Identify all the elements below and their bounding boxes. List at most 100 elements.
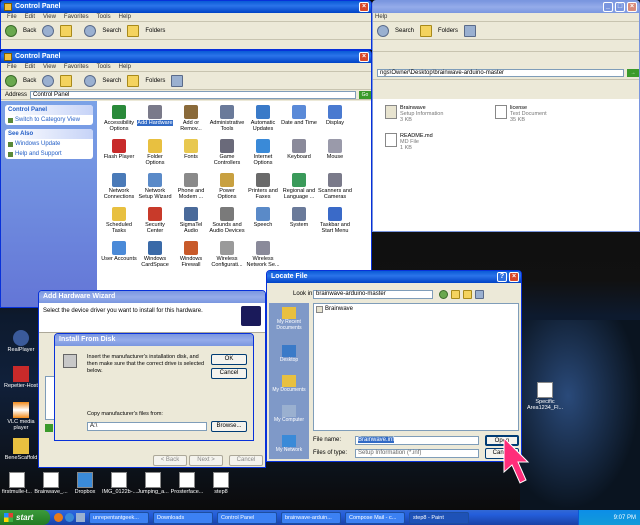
- menu-tools[interactable]: Tools: [97, 63, 111, 71]
- cp-item-power-options[interactable]: Power Options: [209, 173, 245, 200]
- menu-tools[interactable]: Tools: [97, 13, 111, 21]
- taskbar-button[interactable]: step8 - Paint: [409, 511, 469, 524]
- folders-label[interactable]: Folders: [145, 78, 165, 84]
- place-my-computer[interactable]: My Computer: [269, 405, 309, 423]
- desktop-icon-bottom[interactable]: Jumping_a...: [136, 472, 170, 495]
- title-bar[interactable]: Locate File ? ×: [267, 271, 521, 283]
- back-icon[interactable]: [5, 74, 17, 87]
- clock[interactable]: 9:07 PM: [614, 515, 636, 521]
- folders-icon[interactable]: [420, 24, 433, 37]
- cp-item-scanners-and-cameras[interactable]: Scanners and Cameras: [317, 173, 353, 200]
- menu-edit[interactable]: Edit: [25, 63, 35, 71]
- cp-item-speech[interactable]: Speech: [245, 207, 281, 228]
- cp-item-regional-and-language[interactable]: Regional and Language ...: [281, 173, 317, 200]
- file-item[interactable]: license Text Document 35 KB: [495, 105, 547, 123]
- menu-help[interactable]: Help: [119, 63, 131, 71]
- taskbar-button[interactable]: Downloads: [153, 511, 213, 524]
- close-button[interactable]: ×: [509, 272, 519, 282]
- ie-icon[interactable]: [65, 513, 74, 522]
- menu-help[interactable]: Help: [375, 13, 387, 21]
- desktop-icon-bottom[interactable]: IMG_0122b-...: [102, 472, 137, 495]
- folders-label[interactable]: Folders: [145, 28, 165, 34]
- address-field[interactable]: Control Panel: [30, 90, 356, 99]
- close-button[interactable]: ×: [627, 2, 637, 12]
- copy-files-field[interactable]: A:\: [87, 422, 207, 431]
- title-bar[interactable]: Control Panel ×: [1, 51, 371, 63]
- search-label[interactable]: Search: [395, 28, 414, 34]
- menu-favorites[interactable]: Favorites: [64, 63, 89, 71]
- back-button[interactable]: < Back: [153, 455, 187, 466]
- cp-item-wireless-network-se[interactable]: Wireless Network Se...: [245, 241, 281, 268]
- cp-item-printers-and-faxes[interactable]: Printers and Faxes: [245, 173, 281, 200]
- help-support-link[interactable]: Help and Support: [5, 149, 93, 159]
- cp-item-mouse[interactable]: Mouse: [317, 139, 353, 160]
- locate-file-dialog[interactable]: Locate File ? × Look in: brainwave-ardui…: [266, 270, 522, 462]
- address-field[interactable]: ngs\Owner\Desktop\brainwave-arduino-mast…: [377, 68, 624, 77]
- cp-item-sounds-and-audio-devices[interactable]: Sounds and Audio Devices: [209, 207, 245, 234]
- forward-icon[interactable]: [42, 74, 55, 87]
- place-recent[interactable]: My Recent Documents: [269, 307, 309, 331]
- menu-favorites[interactable]: Favorites: [64, 13, 89, 21]
- cp-item-add-or-remov[interactable]: Add or Remov...: [173, 105, 209, 132]
- cp-item-windows-cardspace[interactable]: Windows CardSpace: [137, 241, 173, 268]
- cp-item-system[interactable]: System: [281, 207, 317, 228]
- desktop-icon-bottom[interactable]: firstmulle-t...: [0, 472, 34, 495]
- cp-item-display[interactable]: Display: [317, 105, 353, 126]
- desktop-icon-realplayer[interactable]: RealPlayer: [0, 330, 42, 353]
- desktop-icon-bottom[interactable]: Dropbox: [68, 472, 102, 495]
- ok-button[interactable]: OK: [211, 354, 247, 365]
- search-label[interactable]: Search: [102, 28, 121, 34]
- search-icon[interactable]: [84, 74, 97, 87]
- control-panel-window-back[interactable]: Control Panel × File Edit View Favorites…: [0, 0, 372, 50]
- cp-item-security-center[interactable]: Security Center: [137, 207, 173, 234]
- search-icon[interactable]: [377, 24, 389, 37]
- cp-item-fonts[interactable]: Fonts: [173, 139, 209, 160]
- desktop-icon-repetier[interactable]: Repetier-Host: [0, 366, 42, 389]
- menu-edit[interactable]: Edit: [25, 13, 35, 21]
- title-bar[interactable]: Install From Disk: [55, 334, 253, 346]
- menu-help[interactable]: Help: [119, 13, 131, 21]
- browse-button[interactable]: Browse...: [211, 421, 247, 432]
- cp-item-scheduled-tasks[interactable]: Scheduled Tasks: [101, 207, 137, 234]
- minimize-button[interactable]: _: [603, 2, 613, 12]
- cp-item-add-hardware[interactable]: Add Hardware: [137, 105, 173, 126]
- cp-item-user-accounts[interactable]: User Accounts: [101, 241, 137, 262]
- cp-item-accessibility-options[interactable]: Accessibility Options: [101, 105, 137, 132]
- taskbar-button[interactable]: Control Panel: [217, 511, 277, 524]
- file-item[interactable]: Brainwave: [316, 306, 353, 313]
- go-button[interactable]: Go: [359, 90, 371, 99]
- new-folder-icon[interactable]: [463, 290, 472, 299]
- close-button[interactable]: ×: [359, 52, 369, 62]
- cp-item-game-controllers[interactable]: Game Controllers: [209, 139, 245, 166]
- file-item[interactable]: README.md MD File 1 KB: [385, 133, 433, 151]
- cancel-button[interactable]: Cancel: [211, 368, 247, 379]
- go-button[interactable]: →: [627, 68, 639, 77]
- place-desktop[interactable]: Desktop: [269, 345, 309, 363]
- views-icon[interactable]: [475, 290, 484, 299]
- cp-item-wireless-configurati[interactable]: Wireless Configurati...: [209, 241, 245, 268]
- cp-item-network-connections[interactable]: Network Connections: [101, 173, 137, 200]
- back-label[interactable]: Back: [23, 78, 36, 84]
- help-button[interactable]: ?: [497, 272, 507, 282]
- back-label[interactable]: Back: [23, 28, 36, 34]
- search-icon[interactable]: [84, 24, 97, 37]
- desktop-icon-specific[interactable]: Specific Area1234_Fl...: [524, 382, 566, 411]
- title-bar[interactable]: _ □ ×: [373, 1, 639, 13]
- title-bar[interactable]: Control Panel ×: [1, 1, 371, 13]
- up-folder-icon[interactable]: [451, 290, 460, 299]
- views-icon[interactable]: [171, 74, 184, 87]
- files-of-type-dropdown[interactable]: Setup Information (*.inf): [355, 449, 479, 458]
- cp-item-flash-player[interactable]: Flash Player: [101, 139, 137, 160]
- explorer-window-back[interactable]: _ □ × Help Search Folders ngs\Owner\Desk…: [372, 0, 640, 232]
- maximize-button[interactable]: □: [615, 2, 625, 12]
- start-button[interactable]: start: [0, 510, 50, 525]
- menu-file[interactable]: File: [7, 63, 17, 71]
- cp-item-taskbar-and-start-menu[interactable]: Taskbar and Start Menu: [317, 207, 353, 234]
- search-label[interactable]: Search: [102, 78, 121, 84]
- up-folder-icon[interactable]: [60, 24, 73, 37]
- install-from-disk-dialog[interactable]: Install From Disk Insert the manufacture…: [54, 333, 254, 441]
- back-icon[interactable]: [439, 290, 448, 299]
- windows-update-link[interactable]: Windows Update: [5, 139, 93, 149]
- desktop-icon-benescaffold[interactable]: BeneScaffold: [0, 438, 42, 461]
- next-button[interactable]: Next >: [189, 455, 223, 466]
